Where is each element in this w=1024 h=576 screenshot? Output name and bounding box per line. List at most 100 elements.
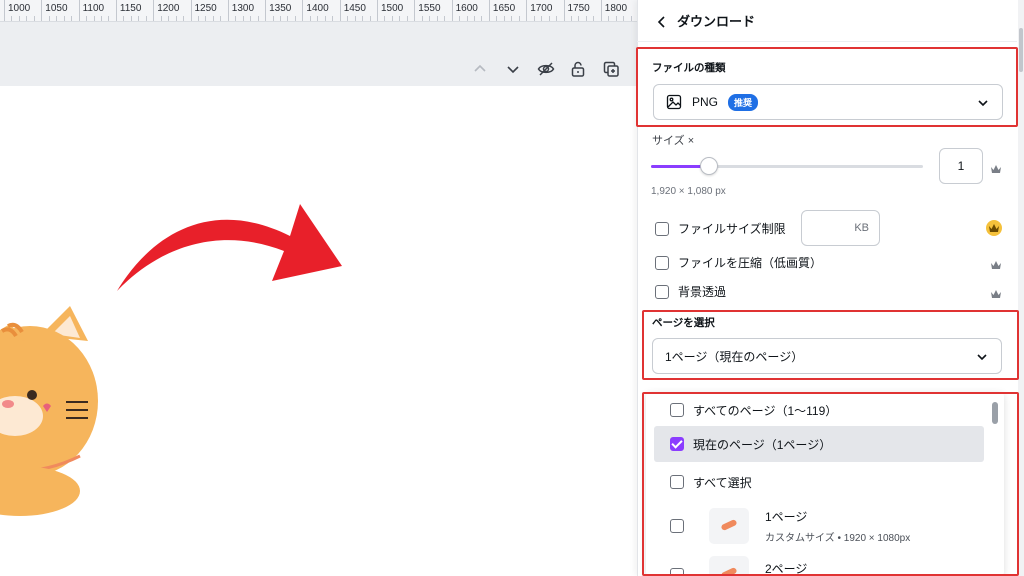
file-size-limit-checkbox[interactable] xyxy=(655,221,669,236)
option-label: すべてのページ（1〜119） xyxy=(693,403,838,418)
ruler-label: 1650 xyxy=(492,3,516,14)
ruler-minor-tick xyxy=(548,16,550,21)
kb-input[interactable]: KB xyxy=(801,210,880,246)
ruler-minor-tick xyxy=(362,16,364,21)
ruler-minor-tick xyxy=(287,16,289,21)
ruler-minor-tick xyxy=(108,16,110,21)
ruler-minor-tick xyxy=(63,16,65,21)
transparent-bg-checkbox[interactable] xyxy=(655,284,669,299)
option-transparent-bg[interactable]: 背景透過 xyxy=(655,283,726,300)
back-chevron-icon[interactable] xyxy=(655,14,669,28)
ruler-minor-tick xyxy=(280,16,282,21)
file-type-select[interactable]: PNG 推奨 xyxy=(653,84,1003,120)
ruler-label: 1800 xyxy=(604,3,628,14)
ruler-label: 1150 xyxy=(119,3,142,14)
page-option-all[interactable]: すべてのページ（1〜119） xyxy=(654,394,984,426)
ruler-minor-tick xyxy=(100,16,102,21)
page-name: 2ページ xyxy=(765,562,808,576)
page-2-checkbox[interactable] xyxy=(670,568,684,576)
ruler-minor-tick xyxy=(93,16,95,21)
ruler-label: 1400 xyxy=(306,3,329,14)
option-label: ファイルを圧縮（低画質） xyxy=(678,256,823,270)
ruler-minor-tick xyxy=(429,16,431,21)
ruler-minor-tick xyxy=(444,16,446,21)
ruler-major-tick xyxy=(115,0,117,21)
all-pages-checkbox[interactable] xyxy=(670,403,684,417)
page-thumbnail xyxy=(709,508,749,544)
page-option-select-all[interactable]: すべて選択 xyxy=(654,464,984,500)
ruler-label: 1550 xyxy=(418,3,441,14)
page-select-value: 1ページ（現在のページ） xyxy=(665,349,804,364)
panel-title: ダウンロード xyxy=(677,14,756,29)
ruler-minor-tick xyxy=(399,16,401,21)
design-canvas[interactable] xyxy=(0,86,640,576)
page-1-checkbox[interactable] xyxy=(670,519,684,533)
compress-checkbox[interactable] xyxy=(655,255,669,270)
ruler-major-tick xyxy=(41,0,43,21)
ruler-major-tick xyxy=(451,0,453,21)
crown-icon xyxy=(990,160,1002,173)
file-type-value: PNG xyxy=(692,95,719,109)
size-label: サイズ × xyxy=(652,135,695,147)
ruler-minor-tick xyxy=(294,16,296,21)
ruler-minor-tick xyxy=(71,16,73,21)
option-label: 背景透過 xyxy=(678,285,727,299)
ruler-minor-tick xyxy=(347,16,349,21)
ruler-minor-tick xyxy=(18,16,20,21)
dropdown-scrollbar[interactable] xyxy=(992,402,998,424)
size-slider-knob[interactable] xyxy=(700,157,718,175)
ruler-label: 1700 xyxy=(530,3,553,14)
ruler-minor-tick xyxy=(421,16,423,21)
ruler-label: 1350 xyxy=(269,3,292,14)
chevron-down-icon xyxy=(976,96,990,110)
eye-icon[interactable] xyxy=(537,60,555,78)
ruler-minor-tick xyxy=(466,16,468,21)
ruler-minor-tick xyxy=(257,16,259,21)
option-label: 現在のページ（1ページ） xyxy=(693,437,832,452)
page-dropdown: すべてのページ（1〜119） 現在のページ（1ページ） すべて選択 1ページ カ… xyxy=(646,392,1004,576)
current-page-checkbox[interactable] xyxy=(670,437,684,451)
ruler-major-tick xyxy=(600,0,602,21)
ruler-label: 1000 xyxy=(8,3,31,14)
kb-unit: KB xyxy=(854,222,869,234)
scrollbar-thumb[interactable] xyxy=(1019,28,1023,72)
panel-header: ダウンロード xyxy=(637,0,1017,42)
option-file-size-limit[interactable]: ファイルサイズ制限 xyxy=(655,220,786,237)
page-option-current[interactable]: 現在のページ（1ページ） xyxy=(654,426,984,462)
crown-icon xyxy=(990,285,1002,298)
ruler-minor-tick xyxy=(391,16,393,21)
crown-icon xyxy=(986,220,1002,236)
ruler-major-tick xyxy=(190,0,192,21)
ruler-minor-tick xyxy=(630,16,632,21)
ruler-minor-tick xyxy=(145,16,147,21)
ruler-minor-tick xyxy=(369,16,371,21)
option-compress[interactable]: ファイルを圧縮（低画質） xyxy=(655,254,822,271)
ruler-major-tick xyxy=(265,0,267,21)
lock-icon[interactable] xyxy=(569,60,587,78)
ruler-minor-tick xyxy=(578,16,580,21)
ruler-major-tick xyxy=(302,0,304,21)
ruler-minor-tick xyxy=(570,16,572,21)
ruler-label: 1750 xyxy=(567,3,590,14)
duplicate-icon[interactable] xyxy=(602,60,620,78)
ruler-minor-tick xyxy=(406,16,408,21)
ruler-minor-tick xyxy=(138,16,140,21)
size-input[interactable]: 1 xyxy=(939,148,983,184)
option-label: ファイルサイズ制限 xyxy=(678,222,786,236)
page-row[interactable]: 1ページ カスタムサイズ • 1920 × 1080px xyxy=(654,504,984,548)
ruler-minor-tick xyxy=(354,16,356,21)
ruler-minor-tick xyxy=(503,16,505,21)
chevron-up-icon[interactable] xyxy=(471,60,489,78)
ruler-minor-tick xyxy=(518,16,520,21)
select-all-checkbox[interactable] xyxy=(670,475,684,489)
panel-scrollbar[interactable] xyxy=(1018,0,1024,576)
ruler-minor-tick xyxy=(123,16,125,21)
ruler-label: 1450 xyxy=(343,3,366,14)
ruler-minor-tick xyxy=(56,16,58,21)
ruler-label: 1600 xyxy=(455,3,478,14)
image-icon xyxy=(666,94,682,110)
page-row[interactable]: 2ページ xyxy=(654,556,984,576)
ruler-minor-tick xyxy=(496,16,498,21)
chevron-down-icon[interactable] xyxy=(504,60,522,78)
page-select[interactable]: 1ページ（現在のページ） xyxy=(652,338,1002,374)
